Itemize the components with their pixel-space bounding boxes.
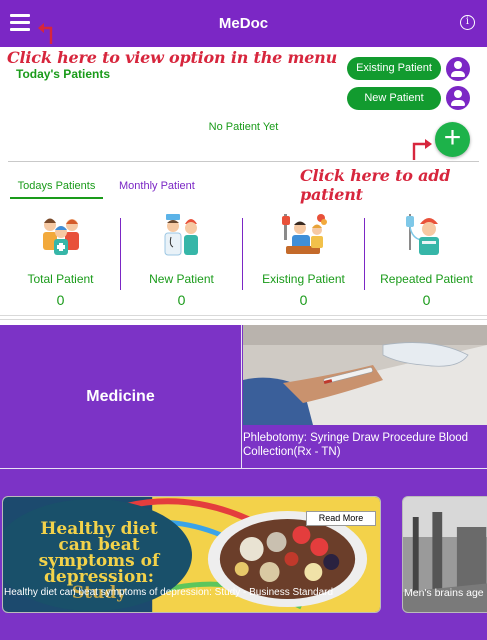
add-patient-button[interactable]: + (435, 122, 470, 157)
stats-bottom-divider-2 (0, 319, 487, 320)
video-tile[interactable]: Phlebotomy: Syringe Draw Procedure Blood… (243, 325, 487, 468)
no-patient-message: No Patient Yet (208, 121, 279, 133)
existing-patient-button[interactable]: Existing Patient (347, 57, 441, 80)
news-caption: Men's brains age (404, 587, 484, 599)
stat-label: Repeated Patient (380, 272, 473, 286)
annotation-arrow-menu-icon (38, 23, 53, 44)
annotation-add-hint: Click here to add patient (300, 166, 451, 204)
stats-bottom-divider (0, 315, 487, 316)
read-more-button[interactable]: Read More (306, 511, 376, 526)
stat-label: Total Patient (27, 272, 94, 286)
info-icon[interactable]: i (460, 15, 475, 30)
new-patient-button[interactable]: New Patient (347, 87, 441, 110)
tab-todays-patients[interactable]: Todays Patients (10, 180, 103, 192)
doctor-patient-icon (164, 214, 198, 256)
news-card[interactable]: Men's brains age (402, 496, 487, 613)
annotation-menu-hint: Click here to view option in the menu (7, 48, 338, 67)
family-group-icon (42, 218, 79, 255)
app-toolbar: MeDoc i (0, 0, 487, 47)
stat-repeated-patient: Repeated Patient 0 (366, 210, 487, 310)
stat-value: 0 (56, 292, 65, 308)
stat-existing-patient: Existing Patient 0 (243, 210, 364, 310)
medicine-tile[interactable]: Medicine (0, 325, 241, 468)
todays-patients-title: Today's Patients (16, 67, 110, 81)
tab-monthly-patient[interactable]: Monthly Patient (119, 180, 195, 192)
active-tab-indicator (10, 197, 103, 199)
stat-new-patient: New Patient 0 (121, 210, 242, 310)
app-title: MeDoc (218, 15, 269, 32)
stat-label: New Patient (149, 272, 214, 286)
patient-with-visitor-icon (281, 214, 327, 254)
stat-value: 0 (177, 292, 186, 308)
tile-row-separator (0, 468, 487, 469)
stat-value: 0 (299, 292, 308, 308)
patient-drip-icon (405, 214, 439, 255)
news-caption: Healthy diet can beat symptoms of depres… (4, 587, 334, 598)
stat-separator (364, 218, 365, 290)
stat-value: 0 (422, 292, 431, 308)
stat-total-patient: Total Patient 0 (0, 210, 121, 310)
annotation-arrow-add-icon (412, 139, 432, 160)
phlebotomy-video-thumbnail (243, 325, 487, 425)
stat-label: Existing Patient (262, 272, 345, 286)
section-divider (8, 161, 479, 162)
existing-patient-avatar-icon[interactable] (446, 57, 470, 81)
tile-separator (241, 325, 242, 468)
video-caption: Phlebotomy: Syringe Draw Procedure Blood… (243, 432, 469, 458)
new-patient-avatar-icon[interactable] (446, 86, 470, 110)
